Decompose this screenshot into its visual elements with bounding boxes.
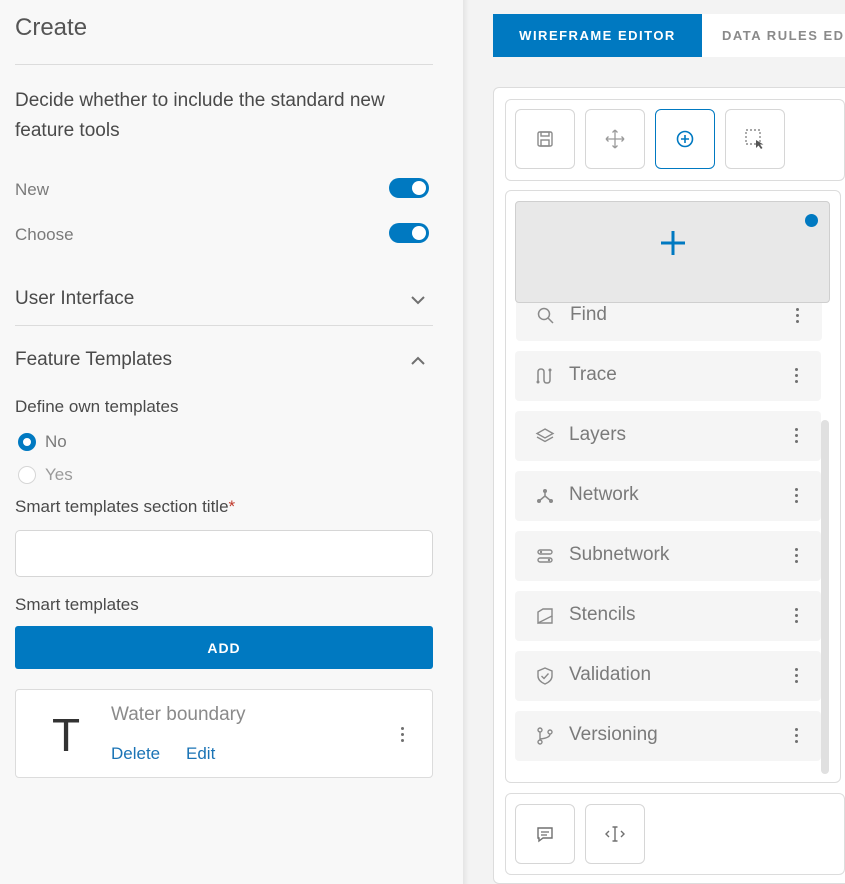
select-button[interactable]	[725, 109, 785, 169]
add-element-button[interactable]	[655, 109, 715, 169]
choose-toggle[interactable]	[389, 223, 429, 243]
settings-panel: Create Decide whether to include the sta…	[0, 0, 463, 884]
radio-yes[interactable]	[18, 466, 36, 484]
more-options-icon[interactable]	[795, 728, 799, 744]
scrollbar[interactable]	[821, 420, 829, 774]
text-cursor-icon	[605, 826, 625, 842]
stencils-icon	[537, 608, 553, 625]
text-template-icon: T	[52, 709, 81, 761]
more-options-icon[interactable]	[795, 488, 799, 504]
feature-templates-header[interactable]: Feature Templates	[15, 349, 172, 371]
item-label: Subnetwork	[569, 544, 670, 565]
list-item-subnetwork[interactable]: Subnetwork	[515, 531, 821, 581]
list-item-validation[interactable]: Validation	[515, 651, 821, 701]
item-label: Find	[570, 304, 607, 325]
more-options-icon[interactable]	[401, 727, 405, 743]
radio-no-label: No	[45, 432, 67, 451]
delete-link[interactable]: Delete	[111, 744, 160, 764]
section-title-label: Smart templates section title*	[15, 497, 236, 516]
plus-icon	[661, 231, 685, 255]
more-options-icon[interactable]	[795, 428, 799, 444]
trace-icon	[536, 368, 552, 384]
required-mark: *	[228, 497, 236, 516]
list-item-stencils[interactable]: Stencils	[515, 591, 821, 641]
add-tool-dropzone[interactable]	[515, 201, 830, 303]
move-icon	[605, 129, 625, 149]
move-button[interactable]	[585, 109, 645, 169]
section-title-input[interactable]	[15, 530, 433, 577]
define-templates-label: Define own templates	[15, 397, 179, 416]
item-label: Network	[569, 484, 639, 505]
item-label: Validation	[569, 664, 652, 685]
more-options-icon[interactable]	[796, 308, 800, 324]
panel-shadow	[463, 0, 469, 884]
divider	[15, 325, 433, 326]
item-label: Versioning	[569, 724, 658, 745]
item-label: Trace	[569, 364, 617, 385]
status-dot	[805, 214, 818, 227]
template-name: Water boundary	[111, 704, 246, 725]
user-interface-header[interactable]: User Interface	[15, 288, 134, 310]
select-icon	[745, 129, 764, 149]
description: Decide whether to include the standard n…	[15, 90, 385, 141]
layers-icon	[535, 428, 555, 443]
edit-link[interactable]: Edit	[186, 744, 215, 764]
divider	[15, 64, 433, 65]
chevron-up-icon[interactable]	[408, 351, 428, 371]
item-label: Layers	[569, 424, 627, 445]
more-options-icon[interactable]	[795, 608, 799, 624]
item-label: Stencils	[569, 604, 636, 625]
list-item-trace[interactable]: Trace	[515, 351, 821, 401]
tab-wireframe-editor[interactable]: WIREFRAME EDITOR	[493, 14, 702, 57]
tab-data-rules-editor[interactable]: DATA RULES EDITOR	[702, 14, 845, 57]
more-options-icon[interactable]	[795, 668, 799, 684]
comment-icon	[537, 827, 553, 843]
more-options-icon[interactable]	[795, 548, 799, 564]
radio-yes-label: Yes	[45, 465, 73, 484]
toggle-label-new: New	[15, 180, 50, 199]
panel-title: Create	[15, 14, 88, 41]
smart-templates-label: Smart templates	[15, 595, 139, 614]
list-item-network[interactable]: Network	[515, 471, 821, 521]
toggle-label-choose: Choose	[15, 225, 74, 244]
toggle-knob	[412, 226, 426, 240]
save-icon	[537, 131, 553, 147]
text-cursor-button[interactable]	[585, 804, 645, 864]
radio-no[interactable]	[18, 433, 36, 451]
save-button[interactable]	[515, 109, 575, 169]
subnetwork-icon	[537, 549, 553, 563]
list-item-versioning[interactable]: Versioning	[515, 711, 821, 761]
new-toggle[interactable]	[389, 178, 429, 198]
more-options-icon[interactable]	[795, 368, 799, 384]
chevron-down-icon[interactable]	[408, 290, 428, 310]
shield-check-icon	[537, 667, 553, 685]
add-circle-icon	[676, 130, 694, 148]
list-item-layers[interactable]: Layers	[515, 411, 821, 461]
comment-button[interactable]	[515, 804, 575, 864]
add-template-button[interactable]: ADD	[15, 626, 433, 669]
toggle-knob	[412, 181, 426, 195]
network-icon	[537, 489, 553, 503]
branch-icon	[537, 727, 553, 745]
template-card: T Water boundary Delete Edit	[15, 689, 433, 778]
search-icon	[537, 307, 554, 324]
